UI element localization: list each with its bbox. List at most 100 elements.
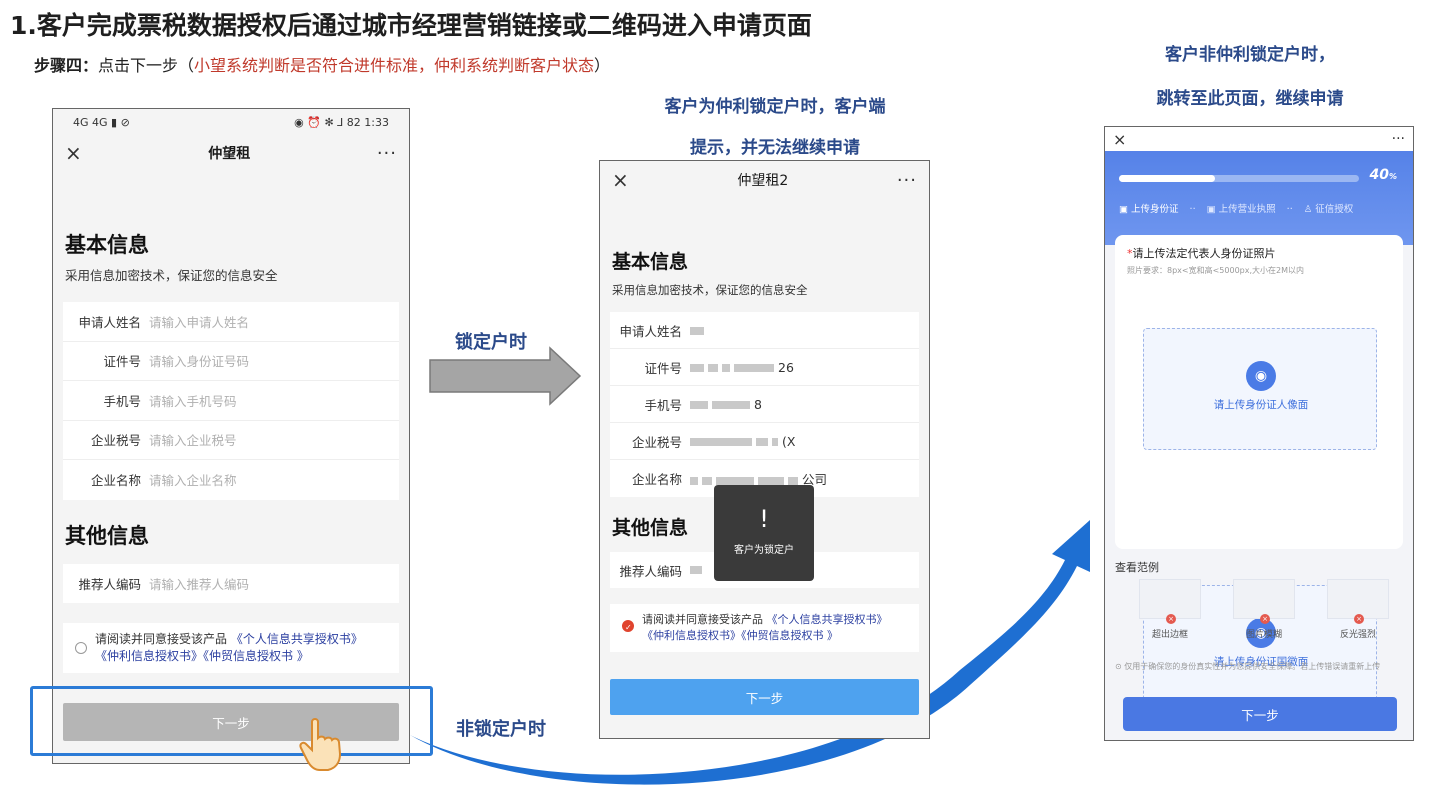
close-icon[interactable]: × [1113,130,1126,149]
camera-icon: ◉ [1246,361,1276,391]
upload-portrait-label: 请上传身份证人像面 [1213,399,1309,411]
agree-link-others[interactable]: 《仲利信息授权书》《仲贸信息授权书 》 [95,649,309,663]
form-row-referrer[interactable]: 推荐人编码 请输入推荐人编码 [63,564,399,604]
step-text: 点击下一步（ [98,56,195,75]
id-number-input[interactable]: 请输入身份证号码 [149,351,249,370]
more-icon[interactable]: ··· [377,143,397,164]
id-suffix: 26 [778,359,794,375]
agree-radio[interactable] [75,642,87,654]
more-icon[interactable]: ··· [897,170,917,191]
locked-caption-line2: 提示，并无法继续申请 [690,138,860,158]
close-icon[interactable]: × [612,168,629,192]
next-button[interactable]: 下一步 [1123,697,1397,731]
field-label: 证件号 [644,360,682,376]
field-label: 手机号 [103,393,141,409]
step-upload-id: ▣ 上传身份证 [1119,204,1179,215]
basic-info-subtitle: 采用信息加密技术，保证您的信息安全 [612,283,808,297]
id-number-value[interactable]: 26 [690,360,794,375]
form-row-taxid[interactable]: 企业税号 请输入企业税号 [63,421,399,460]
nav-title: 仲望租 [208,146,251,162]
progress-percent: 40% [1369,167,1398,183]
phone-screen-upload: × ··· 40% ▣ 上传身份证 ·· ▣ 上传营业执照 ·· ♙ 征信授权 … [1104,126,1414,741]
notice-text: ⊙ 仅用于确保您的身份真实性并为您提供安全保障。若上传错误请重新上传 [1115,662,1381,671]
example-thumb: × [1139,579,1201,624]
example-item: × 图片模糊 [1233,579,1295,640]
example-label: 反光强烈 [1339,630,1376,640]
step-red-note: 小望系统判断是否符合进件标准，仲利系统判断客户状态 [194,56,595,75]
step-prefix: 步骤四： [34,56,99,75]
phone-suffix: 8 [754,396,762,412]
form-row-id[interactable]: 证件号 请输入身份证号码 [63,342,399,381]
phone-screen-initial: 4G 4G ▮ ⊘ ◉ ⏰ ✻ ⅃ 82 1:33 × 仲望租 ··· 基本信息… [52,108,410,764]
next-button[interactable]: 下一步 [610,679,919,715]
form-row-phone[interactable]: 手机号 请输入手机号码 [63,381,399,421]
progress-header: × ··· 40% ▣ 上传身份证 ·· ▣ 上传营业执照 ·· ♙ 征信授权 [1105,127,1413,245]
agree-text: 请阅读并同意接受该产品 [642,613,763,626]
status-bar: 4G 4G ▮ ⊘ ◉ ⏰ ✻ ⅃ 82 1:33 [53,109,409,135]
phone-input[interactable]: 请输入手机号码 [149,391,237,410]
error-icon: × [1354,614,1364,624]
form-row-company[interactable]: 企业名称 请输入企业名称 [63,460,399,500]
field-label: 企业税号 [631,434,682,450]
tax-suffix: (X [782,433,796,449]
field-label: 推荐人编码 [78,576,141,592]
nav-bar: × ··· [1105,127,1413,151]
nav-title: 仲望租2 [737,173,789,189]
field-label: 证件号 [103,354,141,370]
agree-link-personal[interactable]: 《个人信息共享授权书》 [231,632,363,646]
company-input[interactable]: 请输入企业名称 [149,470,237,489]
field-label: 企业名称 [631,472,682,487]
close-icon[interactable]: × [65,141,82,165]
steps-row: ▣ 上传身份证 ·· ▣ 上传营业执照 ·· ♙ 征信授权 [1105,191,1413,215]
error-icon: × [1166,614,1176,624]
form-row-phone[interactable]: 手机号 8 [610,386,919,423]
field-label: 申请人姓名 [78,314,141,330]
upload-title: *请上传法定代表人身份证照片 [1127,247,1276,260]
step-instruction: 步骤四：点击下一步（小望系统判断是否符合进件标准，仲利系统判断客户状态） [34,52,610,76]
warning-icon: ! [759,505,769,533]
tax-id-value[interactable]: (X [690,434,795,449]
example-label: 超出边框 [1151,630,1188,640]
progress-row: 40% [1105,151,1413,191]
field-label: 企业税号 [90,433,141,449]
status-right-icons: ◉ ⏰ ✻ ⅃ 82 1:33 [294,115,389,129]
locked-toast: ! 客户为锁定户 [714,485,814,581]
signal-icons: 4G 4G ▮ ⊘ [73,115,130,129]
page-title: 1.客户完成票税数据授权后通过城市经理营销链接或二维码进入申请页面 [10,11,812,40]
hand-pointer-icon [299,718,342,771]
upload-card: *请上传法定代表人身份证照片 照片要求：8px<宽和高<5000px,大小在2M… [1115,235,1403,707]
basic-info-form: 申请人姓名 证件号 26 手机号 8 企业税号 (X 企业名称 公司 [610,312,919,497]
step-credit-auth: ♙ 征信授权 [1303,204,1354,215]
progress-track [1119,175,1359,182]
examples-row: × 超出边框 × 图片模糊 × 反光强烈 [1139,579,1389,640]
step-separator: ·· [1286,204,1293,215]
name-value[interactable] [690,323,708,338]
gray-arrow [429,346,582,406]
agree-link-others[interactable]: 《仲利信息授权书》《仲贸信息授权书 》 [642,629,838,642]
example-item: × 反光强烈 [1327,579,1389,640]
upload-id-portrait[interactable]: ◉ 请上传身份证人像面 [1143,328,1377,450]
phone-value[interactable]: 8 [690,397,762,412]
form-row-name[interactable]: 申请人姓名 请输入申请人姓名 [63,302,399,342]
tax-id-input[interactable]: 请输入企业税号 [149,430,237,449]
form-row-name[interactable]: 申请人姓名 [610,312,919,349]
basic-info-title: 基本信息 [612,251,689,273]
basic-info-subtitle: 采用信息加密技术，保证您的信息安全 [65,268,278,283]
example-item: × 超出边框 [1139,579,1201,640]
example-thumb: × [1327,579,1389,624]
referrer-input[interactable]: 请输入推荐人编码 [149,574,249,593]
name-input[interactable]: 请输入申请人姓名 [149,312,249,331]
other-info-form: 推荐人编码 请输入推荐人编码 [63,563,399,604]
highlight-box [30,686,433,756]
toast-text: 客户为锁定户 [734,545,794,556]
examples-title: 查看范例 [1115,561,1159,574]
error-icon: × [1260,614,1270,624]
form-row-taxid[interactable]: 企业税号 (X [610,423,919,460]
nav-bar: × 仲望租2 ··· [600,161,929,199]
agree-link-personal[interactable]: 《个人信息共享授权书》 [767,613,888,626]
basic-info-title: 基本信息 [65,233,149,257]
more-icon[interactable]: ··· [1392,131,1405,147]
step-upload-license: ▣ 上传营业执照 [1206,204,1276,215]
agree-radio-checked[interactable] [622,620,634,636]
form-row-id[interactable]: 证件号 26 [610,349,919,386]
